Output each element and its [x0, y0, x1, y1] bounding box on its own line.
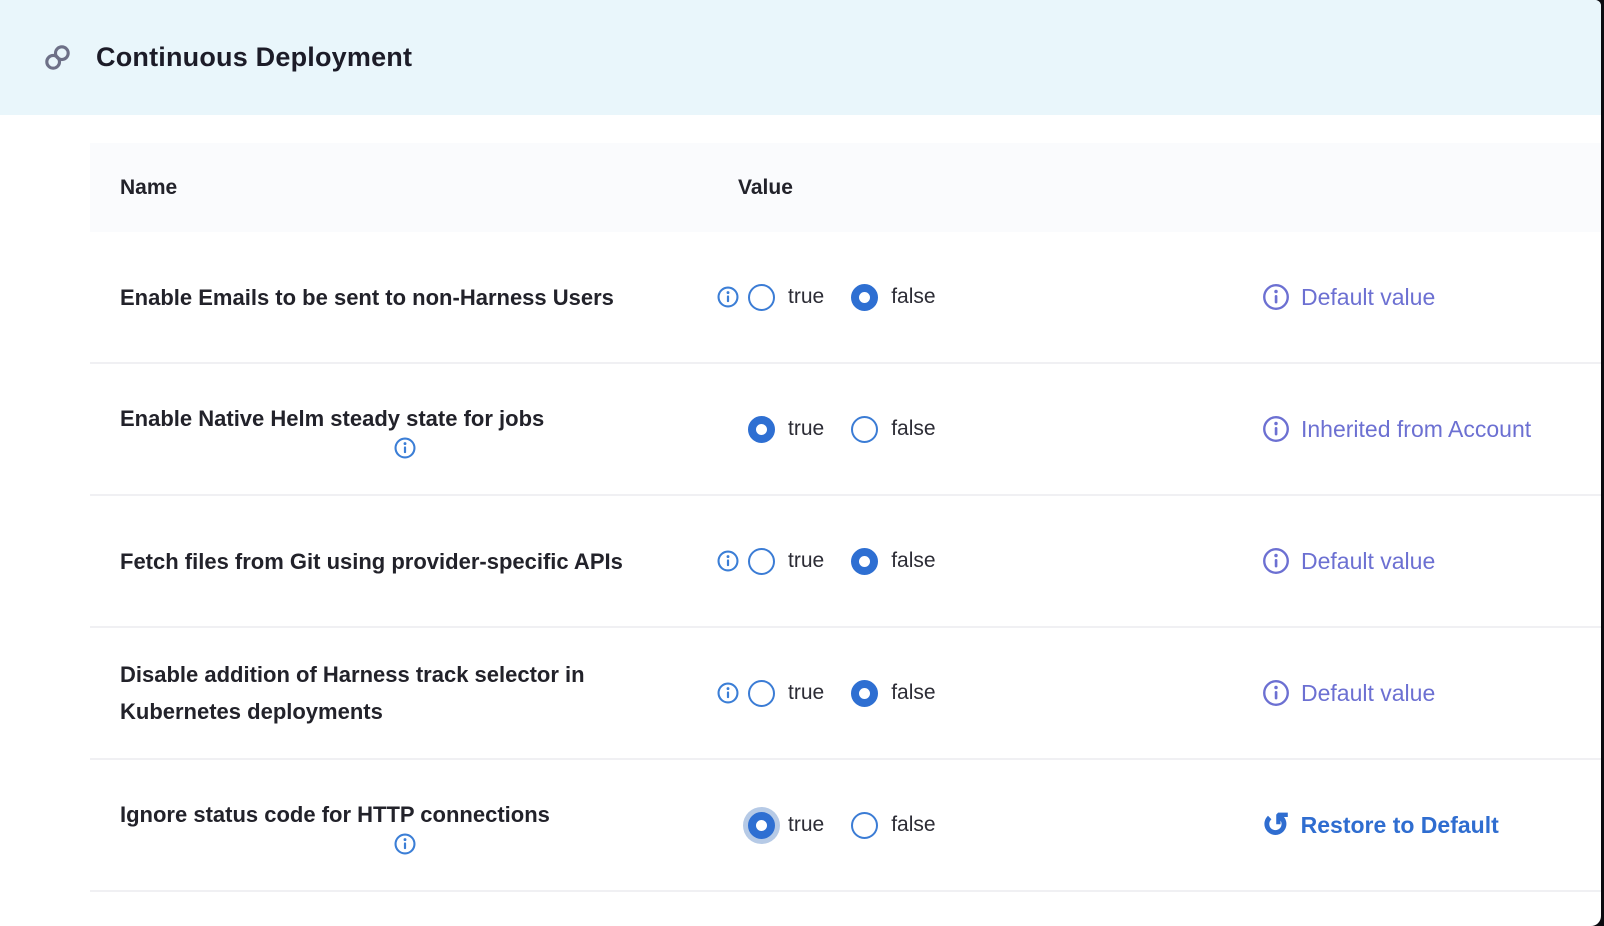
- name-cell: Disable addition of Harness track select…: [90, 638, 710, 748]
- radio-true-control[interactable]: [748, 548, 775, 575]
- status-cell: Default value: [1262, 676, 1601, 710]
- info-icon[interactable]: [130, 437, 680, 459]
- radio-option-true[interactable]: true: [748, 548, 824, 575]
- radio-false-label: false: [891, 285, 935, 309]
- status-info: Default value: [1262, 676, 1435, 710]
- radio-false-label: false: [891, 549, 935, 573]
- status-label: Restore to Default: [1301, 808, 1499, 842]
- status-cell: Inherited from Account: [1262, 412, 1601, 446]
- radio-option-false[interactable]: false: [851, 548, 935, 575]
- radio-false-control[interactable]: [851, 548, 878, 575]
- restore-icon[interactable]: ↺: [1262, 811, 1290, 839]
- radio-true-control[interactable]: [748, 680, 775, 707]
- status-info: Default value: [1262, 544, 1435, 578]
- info-icon[interactable]: [1262, 547, 1290, 575]
- info-icon[interactable]: [717, 550, 739, 572]
- column-header-value: Value: [710, 176, 793, 200]
- status-info: Default value: [1262, 280, 1435, 314]
- radio-option-false[interactable]: false: [851, 284, 935, 311]
- radio-false-control[interactable]: [851, 416, 878, 443]
- section-header: Continuous Deployment: [0, 0, 1601, 115]
- table-header-row: Name Value: [90, 143, 1601, 232]
- status-label: Default value: [1301, 676, 1435, 710]
- radio-true-label: true: [788, 681, 824, 705]
- radio-true-label: true: [788, 285, 824, 309]
- radio-option-false[interactable]: false: [851, 680, 935, 707]
- icon-slot: [716, 417, 740, 441]
- setting-name: Enable Native Helm steady state for jobs: [120, 406, 544, 431]
- status-label: Inherited from Account: [1301, 412, 1531, 446]
- radio-true-control[interactable]: [748, 812, 775, 839]
- status-label: Default value: [1301, 280, 1435, 314]
- value-cell: true false: [710, 416, 1262, 443]
- table-row: Ignore status code for HTTP connections …: [90, 760, 1601, 892]
- radio-option-true[interactable]: true: [748, 284, 824, 311]
- radio-false-control[interactable]: [851, 680, 878, 707]
- table-body: Enable Emails to be sent to non-Harness …: [90, 232, 1601, 892]
- radio-true-label: true: [788, 549, 824, 573]
- info-icon[interactable]: [717, 286, 739, 308]
- info-icon[interactable]: [1262, 679, 1290, 707]
- radio-true-control[interactable]: [748, 416, 775, 443]
- info-icon[interactable]: [1262, 283, 1290, 311]
- value-cell: true false: [710, 548, 1262, 575]
- table-row: Disable addition of Harness track select…: [90, 628, 1601, 760]
- settings-table: Name Value Enable Emails to be sent to n…: [90, 143, 1601, 892]
- radio-false-label: false: [891, 681, 935, 705]
- restore-to-default-link[interactable]: ↺ Restore to Default: [1262, 808, 1499, 842]
- radio-false-label: false: [891, 417, 935, 441]
- radio-false-control[interactable]: [851, 812, 878, 839]
- radio-true-control[interactable]: [748, 284, 775, 311]
- icon-slot: [716, 285, 740, 309]
- radio-true-label: true: [788, 417, 824, 441]
- name-cell: Enable Emails to be sent to non-Harness …: [90, 261, 710, 334]
- radio-option-false[interactable]: false: [851, 416, 935, 443]
- setting-name: Ignore status code for HTTP connections: [120, 802, 550, 827]
- status-label: Default value: [1301, 544, 1435, 578]
- name-cell: Ignore status code for HTTP connections: [90, 778, 710, 873]
- radio-true-label: true: [788, 813, 824, 837]
- status-cell: ↺ Restore to Default: [1262, 808, 1601, 842]
- status-cell: Default value: [1262, 544, 1601, 578]
- radio-option-true[interactable]: true: [748, 812, 824, 839]
- radio-option-true[interactable]: true: [748, 416, 824, 443]
- settings-panel: Continuous Deployment Name Value Enable …: [0, 0, 1601, 926]
- column-header-name: Name: [90, 176, 710, 200]
- radio-false-control[interactable]: [851, 284, 878, 311]
- status-info: Inherited from Account: [1262, 412, 1531, 446]
- radio-option-false[interactable]: false: [851, 812, 935, 839]
- value-cell: true false: [710, 812, 1262, 839]
- table-row: Enable Emails to be sent to non-Harness …: [90, 232, 1601, 364]
- icon-slot: [716, 549, 740, 573]
- name-cell: Fetch files from Git using provider-spec…: [90, 525, 710, 598]
- table-row: Fetch files from Git using provider-spec…: [90, 496, 1601, 628]
- icon-slot: [716, 813, 740, 837]
- table-row: Enable Native Helm steady state for jobs…: [90, 364, 1601, 496]
- page-title: Continuous Deployment: [96, 42, 412, 73]
- setting-name: Disable addition of Harness track select…: [120, 662, 585, 724]
- setting-name: Enable Emails to be sent to non-Harness …: [120, 285, 614, 310]
- value-cell: true false: [710, 284, 1262, 311]
- info-icon[interactable]: [1262, 415, 1290, 443]
- info-icon[interactable]: [717, 682, 739, 704]
- icon-slot: [716, 681, 740, 705]
- value-cell: true false: [710, 680, 1262, 707]
- status-cell: Default value: [1262, 280, 1601, 314]
- radio-option-true[interactable]: true: [748, 680, 824, 707]
- setting-name: Fetch files from Git using provider-spec…: [120, 549, 623, 574]
- info-icon[interactable]: [130, 833, 680, 855]
- link-icon[interactable]: [42, 42, 73, 73]
- name-cell: Enable Native Helm steady state for jobs: [90, 382, 710, 477]
- radio-false-label: false: [891, 813, 935, 837]
